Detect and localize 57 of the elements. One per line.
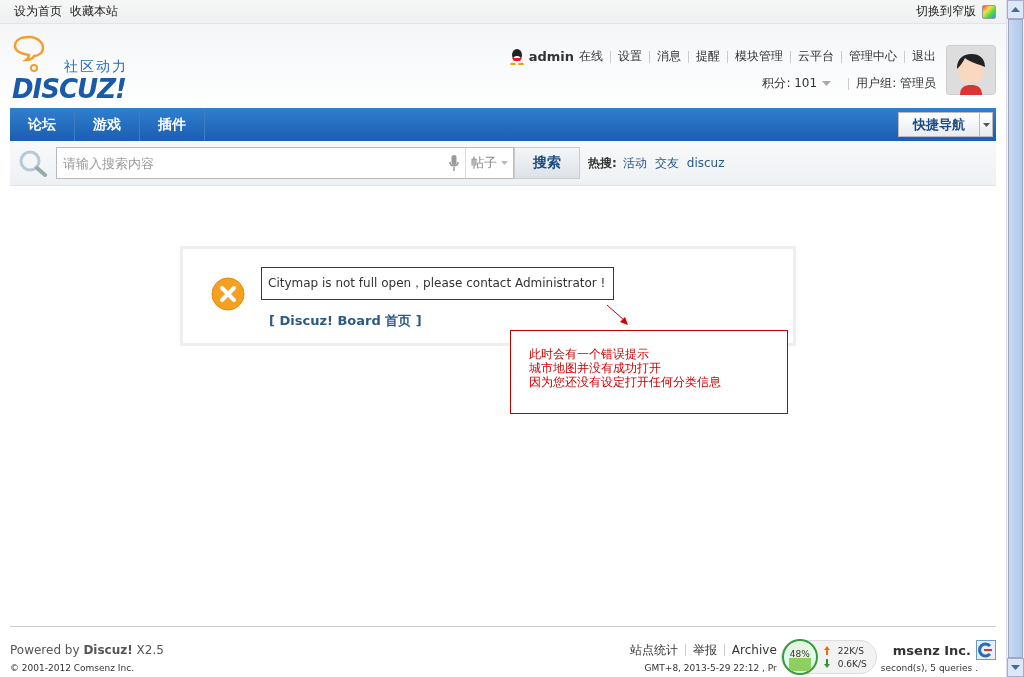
home-link[interactable]: [ Discuz! Board 首页 ] <box>269 312 615 330</box>
user-menu-link[interactable]: 消息 <box>657 48 681 65</box>
credits-menu[interactable]: 积分: 101 <box>762 75 818 92</box>
hot-search-label: 热搜: <box>588 154 617 172</box>
switch-width-link[interactable]: 切换到窄版 <box>916 3 976 20</box>
hot-search-link[interactable]: 交友 <box>654 154 679 172</box>
error-message: Citymap is not full open，please contact Administrator ! <box>261 267 615 300</box>
user-menu-link[interactable]: 提醒 <box>696 48 720 65</box>
search-type-select[interactable]: 帖子 <box>465 148 513 178</box>
search-field[interactable]: 请输入搜索内容 帖子 <box>56 147 514 179</box>
user-menu-link[interactable]: 模块管理 <box>735 48 783 65</box>
speech-bubble-icon <box>12 34 46 74</box>
avatar-icon[interactable] <box>946 45 996 95</box>
footer-link[interactable]: Archive <box>731 643 777 657</box>
annotation-text: 城市地图并没有成功打开 <box>529 361 662 375</box>
scroll-up-icon[interactable] <box>1011 7 1020 12</box>
annotation-arrow <box>606 304 630 326</box>
usage-percent: 48% <box>789 649 810 659</box>
search-button[interactable]: 搜索 <box>514 147 580 179</box>
upload-arrow-icon <box>823 646 830 655</box>
copyright-text: © 2001-2012 Comsenz Inc. <box>10 663 136 673</box>
user-menu-link[interactable]: 退出 <box>912 48 936 65</box>
hot-search-link[interactable]: discuz <box>686 156 725 170</box>
footer-link[interactable]: 举报 <box>692 641 717 659</box>
penguin-icon <box>509 48 524 65</box>
company-name[interactable]: msenz Inc. <box>892 642 971 658</box>
download-rate: 0.6K/S <box>837 658 867 669</box>
hot-search-link[interactable]: 活动 <box>622 154 647 172</box>
server-info-text: GMT+8, 2013-5-29 22:12 , Pr <box>644 663 777 673</box>
quick-nav-dropdown[interactable] <box>980 112 993 137</box>
logo-tagline: 社区动力 <box>63 58 128 76</box>
caret-icon <box>982 122 990 127</box>
microphone-icon[interactable] <box>449 155 459 171</box>
download-arrow-icon <box>823 659 830 668</box>
footer-link[interactable]: 站点统计 <box>629 641 678 659</box>
quick-nav-button[interactable]: 快捷导航 <box>898 112 980 137</box>
top-link[interactable]: 收藏本站 <box>70 3 118 20</box>
annotation-text: 此时会有一个错误提示 <box>529 347 650 361</box>
search-icon <box>18 149 48 177</box>
annotation-text: 因为您还没有设定打开任何分类信息 <box>529 375 722 389</box>
user-menu-link[interactable]: 云平台 <box>798 48 834 65</box>
palette-icon[interactable] <box>982 4 996 19</box>
user-menu-link[interactable]: 设置 <box>618 48 642 65</box>
powered-by-text: Powered by Discuz! X2.5 <box>10 643 165 657</box>
server-info-text: second(s), 5 queries . <box>880 663 979 673</box>
online-status: 在线 <box>579 48 603 65</box>
caret-icon[interactable] <box>822 81 832 86</box>
top-link[interactable]: 设为首页 <box>14 3 62 20</box>
logo-wordmark[interactable]: DISCUZ! <box>12 76 126 102</box>
scroll-down-icon[interactable] <box>1011 665 1020 670</box>
upload-rate: 22K/S <box>837 645 864 656</box>
error-icon <box>211 277 245 311</box>
user-group-label: 用户组: 管理员 <box>856 75 936 92</box>
user-menu-link[interactable]: 管理中心 <box>849 48 897 65</box>
username-link[interactable]: admin <box>528 49 574 64</box>
site-logo-icon[interactable] <box>976 640 996 660</box>
scrollbar[interactable] <box>1006 0 1024 677</box>
